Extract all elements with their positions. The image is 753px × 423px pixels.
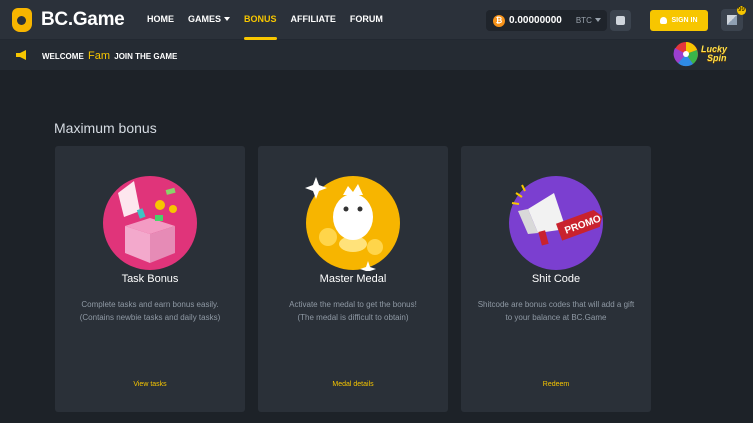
nav-forum[interactable]: FORUM xyxy=(350,14,383,40)
brand-logo[interactable]: BC.Game xyxy=(12,8,125,32)
lucky-spin-label: Lucky Spin xyxy=(701,45,727,63)
nav-bonus[interactable]: BONUS xyxy=(244,14,277,40)
welcome-suffix: JOIN THE GAME xyxy=(114,52,178,61)
nav-games[interactable]: GAMES xyxy=(188,14,231,40)
welcome-bar: WELCOME Fam JOIN THE GAME xyxy=(0,40,753,70)
megaphone-icon xyxy=(16,50,26,60)
bonus-card-medal: Master Medal Activate the medal to get t… xyxy=(258,146,448,412)
nav-affiliate-label: AFFILIATE xyxy=(290,14,336,24)
lucky-line2: Spin xyxy=(707,53,727,63)
nav-forum-label: FORUM xyxy=(349,14,383,24)
card-desc-line: to your balance at BC.Game xyxy=(505,313,607,322)
nav-games-label: GAMES xyxy=(188,14,222,24)
card-description: Shitcode are bonus codes that will add a… xyxy=(471,298,641,324)
view-tasks-link[interactable]: View tasks xyxy=(55,381,245,388)
card-title: Task Bonus xyxy=(121,273,179,285)
top-navbar: BC.Game HOME GAMES BONUS AFFILIATE FORUM… xyxy=(0,0,753,40)
notification-badge: 99 xyxy=(737,6,746,15)
nav-bonus-label: BONUS xyxy=(244,14,277,24)
nav-affiliate[interactable]: AFFILIATE xyxy=(291,14,336,40)
card-desc-line: Complete tasks and earn bonus easily. xyxy=(81,300,219,309)
card-desc-line: (Contains newbie tasks and daily tasks) xyxy=(79,313,221,322)
megaphone-promo-icon: PROMO xyxy=(509,176,603,270)
nav-home-label: HOME xyxy=(147,14,174,24)
logo-icon xyxy=(12,8,32,32)
bonus-card-task: Task Bonus Complete tasks and earn bonus… xyxy=(55,146,245,412)
chevron-down-icon xyxy=(224,17,231,21)
card-desc-line: Shitcode are bonus codes that will add a… xyxy=(477,300,635,309)
sign-in-button[interactable]: SIGN IN xyxy=(650,10,708,31)
bitcoin-icon: ₿ xyxy=(493,14,505,27)
currency-label: BTC xyxy=(575,16,592,25)
card-title: Master Medal xyxy=(319,273,387,285)
gift-box-icon xyxy=(103,176,197,270)
welcome-message: WELCOME Fam JOIN THE GAME xyxy=(42,50,177,62)
sign-in-label: SIGN IN xyxy=(671,17,698,24)
card-description: Complete tasks and earn bonus easily. (C… xyxy=(65,298,235,324)
card-title: Shit Code xyxy=(531,273,581,285)
welcome-username: Fam xyxy=(88,50,111,62)
section-title: Maximum bonus xyxy=(54,120,157,136)
medal-details-link[interactable]: Medal details xyxy=(258,381,448,388)
bonus-card-shitcode: PROMO Shit Code Shitcode are bonus codes… xyxy=(461,146,651,412)
nav-home[interactable]: HOME xyxy=(147,14,174,40)
chat-button[interactable]: 99 xyxy=(721,6,746,31)
welcome-prefix: WELCOME xyxy=(42,52,84,61)
wallet-button[interactable] xyxy=(610,10,631,31)
chevron-down-icon xyxy=(594,18,601,22)
brand-name: BC.Game xyxy=(41,9,125,30)
main-nav: HOME GAMES BONUS AFFILIATE FORUM xyxy=(147,14,397,40)
card-desc-line: Activate the medal to get the bonus! xyxy=(289,300,417,309)
redeem-link[interactable]: Redeem xyxy=(461,381,651,388)
lucky-spin-button[interactable]: Lucky Spin xyxy=(673,39,737,71)
wallet-selector[interactable]: ₿ 0.00000000 BTC xyxy=(486,10,607,31)
medal-mascot-icon xyxy=(305,176,400,271)
card-description: Activate the medal to get the bonus! (Th… xyxy=(268,298,438,324)
user-icon xyxy=(660,17,668,24)
currency-dropdown[interactable]: BTC xyxy=(576,16,601,25)
wallet-balance: 0.00000000 xyxy=(509,15,562,26)
card-desc-line: (The medal is difficult to obtain) xyxy=(297,313,409,322)
lucky-wheel-icon xyxy=(673,42,698,67)
